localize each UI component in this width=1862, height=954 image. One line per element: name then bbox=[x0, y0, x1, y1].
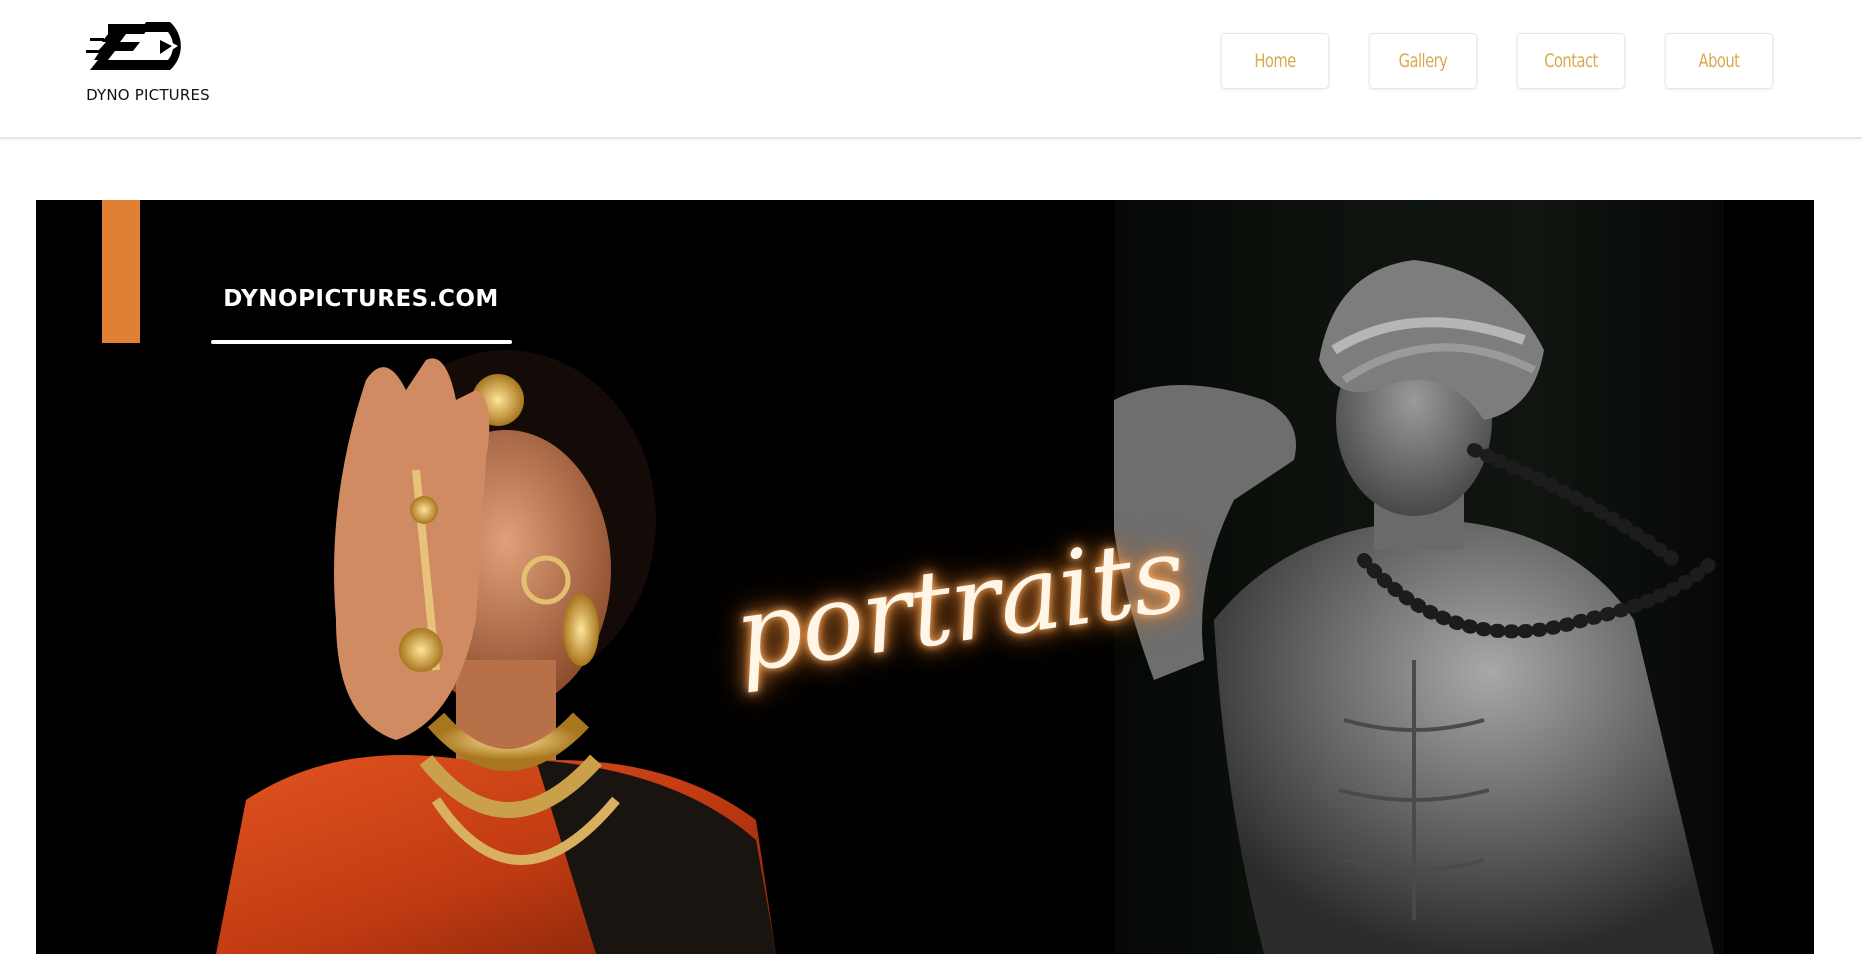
site-header: DYNO PICTURES Home Gallery Contact About bbox=[0, 0, 1862, 139]
dyno-3d-logo-icon bbox=[86, 22, 181, 70]
nav-gallery-button[interactable]: Gallery bbox=[1368, 33, 1478, 89]
site-url-underline bbox=[211, 340, 512, 344]
turban-man-portrait-photo bbox=[1114, 200, 1724, 954]
brand-logo[interactable]: DYNO PICTURES bbox=[86, 20, 210, 106]
nav-contact-button[interactable]: Contact bbox=[1516, 33, 1626, 89]
main-nav: Home Gallery Contact About bbox=[1212, 33, 1782, 89]
nav-home-button[interactable]: Home bbox=[1220, 33, 1330, 89]
brand-name: DYNO PICTURES bbox=[86, 86, 210, 104]
hero-banner: DYNOPICTURES.COM portraits bbox=[36, 200, 1814, 954]
accent-bar bbox=[102, 200, 140, 343]
nav-about-button[interactable]: About bbox=[1664, 33, 1774, 89]
site-url-label: DYNOPICTURES.COM bbox=[223, 286, 499, 312]
